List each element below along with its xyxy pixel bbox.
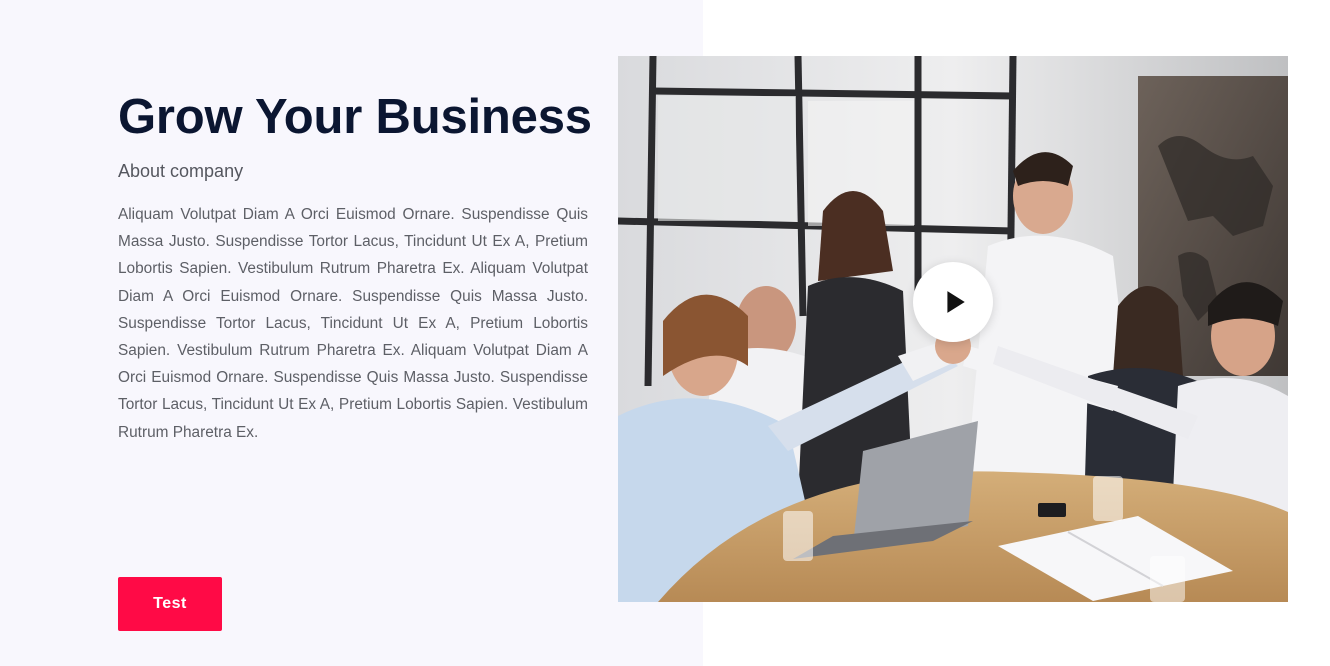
test-button[interactable]: Test: [118, 577, 222, 631]
page-title: Grow Your Business: [118, 90, 592, 144]
section-subtitle: About company: [118, 161, 244, 181]
hero-content: Grow Your Business About company Aliquam…: [118, 88, 592, 446]
play-button[interactable]: [913, 262, 993, 342]
video-thumbnail[interactable]: [618, 56, 1288, 602]
page: Grow Your Business About company Aliquam…: [0, 0, 1330, 666]
play-icon: [947, 291, 965, 313]
description-text: Aliquam Volutpat Diam A Orci Euismod Orn…: [118, 206, 588, 441]
